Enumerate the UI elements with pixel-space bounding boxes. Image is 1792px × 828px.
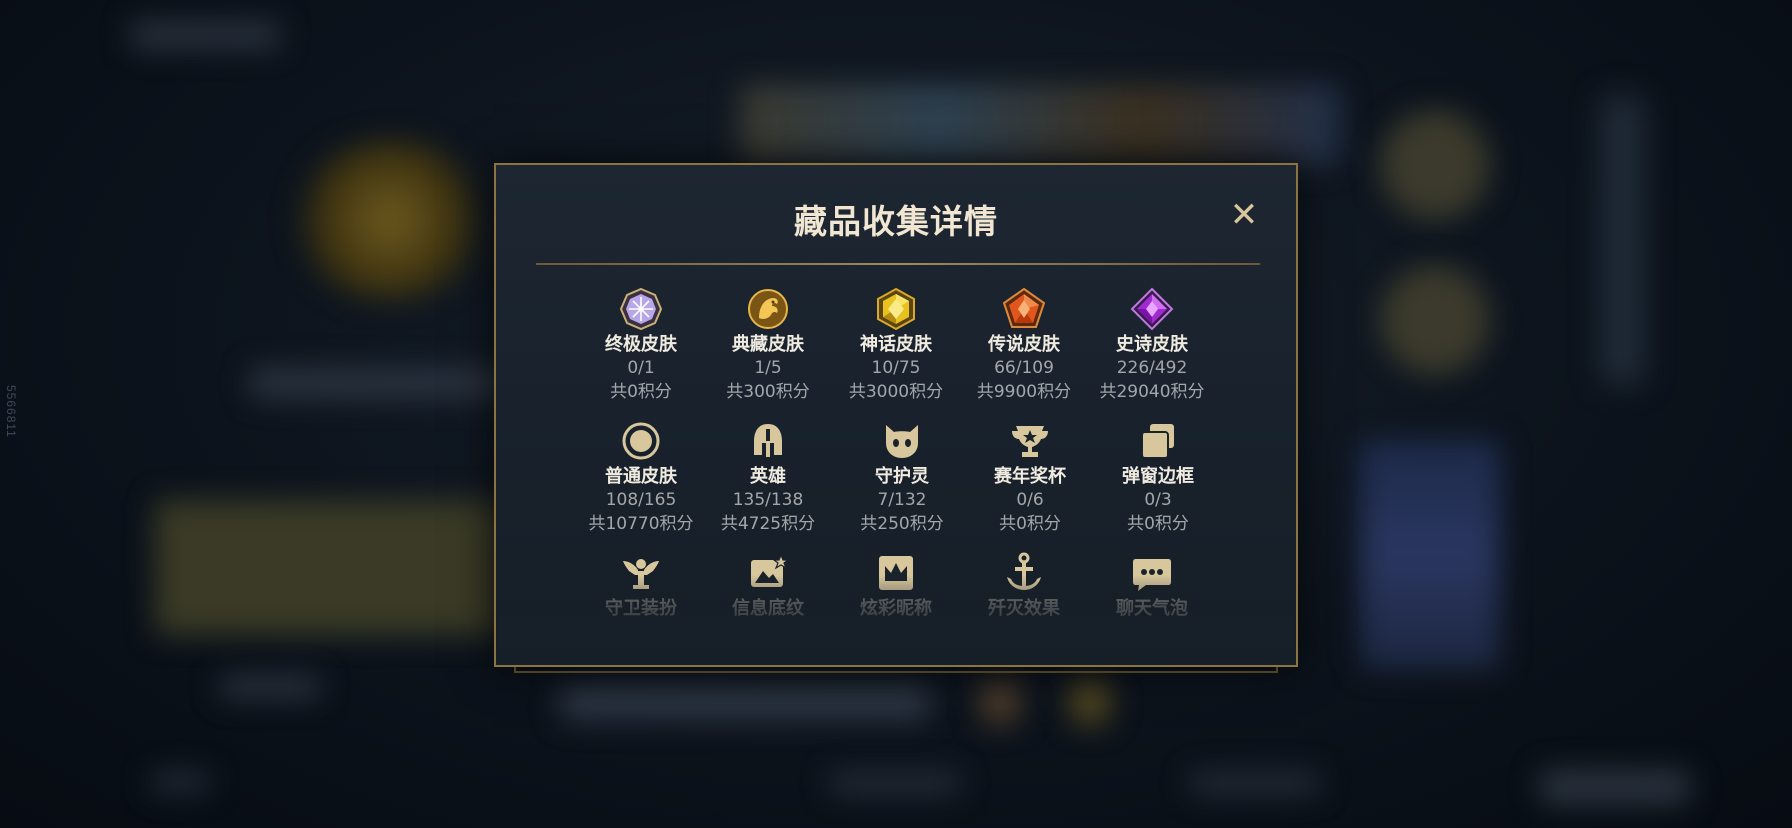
item-count: 0/1	[627, 358, 655, 378]
item-points: 共0积分	[610, 382, 672, 402]
little-legend-icon	[886, 425, 918, 458]
item-label: 神话皮肤	[860, 334, 932, 355]
item-label: 终极皮肤	[605, 334, 677, 355]
collection-item-colorful-nickname[interactable]: 炫彩昵称	[836, 551, 956, 620]
collection-details-dialog: 藏品收集详情 ✕ 终极皮肤 0/1 共0积分 典藏皮肤 1/5 共300积分 神…	[494, 163, 1298, 667]
close-button[interactable]: ✕	[1226, 197, 1262, 233]
item-label: 歼灭效果	[988, 598, 1060, 619]
item-count: 1/5	[754, 358, 782, 378]
bg-bottom-icon-2	[1070, 680, 1110, 724]
bg-bottom-mid-text	[830, 772, 960, 794]
item-label: 史诗皮肤	[1116, 334, 1188, 355]
item-label: 典藏皮肤	[732, 334, 804, 355]
champion-helmet-icon	[754, 424, 782, 457]
mythic-skin-icon	[877, 287, 915, 331]
trophy-icon	[1012, 426, 1048, 457]
close-icon: ✕	[1229, 195, 1259, 235]
title-divider	[536, 263, 1260, 265]
collection-item-ward-skin[interactable]: 守卫装扮	[581, 551, 701, 620]
collection-item-champion[interactable]: 英雄 135/138 共4725积分	[708, 419, 828, 536]
bg-top-thumbs	[740, 85, 1340, 165]
anchor-icon	[1007, 552, 1041, 590]
bg-bottom-mid-text-2	[1190, 772, 1320, 794]
collection-item-annihilation-effect[interactable]: 歼灭效果	[964, 551, 1084, 620]
dialog-title: 藏品收集详情	[794, 202, 998, 241]
collection-item-little-legend[interactable]: 守护灵 7/132 共250积分	[842, 419, 962, 536]
bg-top-left-text	[130, 22, 280, 48]
item-label: 守护灵	[875, 466, 929, 487]
collection-item-season-trophy[interactable]: 赛年奖杯 0/6 共0积分	[970, 419, 1090, 536]
bg-left-panel	[155, 500, 505, 635]
collection-item-prestige-skin[interactable]: 典藏皮肤 1/5 共300积分	[708, 287, 828, 404]
bg-bottom-left-text	[150, 772, 210, 792]
side-id-label: 5566811	[4, 385, 18, 438]
item-label: 普通皮肤	[605, 466, 677, 487]
item-count: 108/165	[605, 490, 677, 510]
standard-skin-icon	[622, 422, 660, 460]
item-label: 传说皮肤	[988, 334, 1060, 355]
popup-frame-icon	[1141, 424, 1174, 459]
modal-underline-decoration	[514, 667, 1278, 673]
bg-title-bar	[250, 368, 510, 398]
collection-item-epic-skin[interactable]: 史诗皮肤 226/492 共29040积分	[1092, 287, 1212, 404]
item-points: 共3000积分	[848, 382, 944, 402]
bg-right-column	[1600, 95, 1645, 385]
collection-item-mythic-skin[interactable]: 神话皮肤 10/75 共3000积分	[836, 287, 956, 404]
prestige-skin-icon	[748, 289, 788, 329]
bg-bottom-tab-1	[220, 676, 320, 698]
item-label: 炫彩昵称	[860, 598, 932, 619]
bg-bottom-right-button	[1540, 770, 1690, 804]
chat-bubble-icon	[1133, 559, 1171, 591]
bg-emblem	[290, 140, 490, 300]
collection-item-standard-skin[interactable]: 普通皮肤 108/165 共10770积分	[581, 419, 701, 536]
collection-item-popup-frame[interactable]: 弹窗边框 0/3 共0积分	[1098, 419, 1218, 536]
bg-bottom-bar	[560, 686, 930, 720]
collection-item-ultimate-skin[interactable]: 终极皮肤 0/1 共0积分	[581, 287, 701, 404]
item-points: 共4725积分	[720, 514, 816, 534]
item-points: 共300积分	[726, 382, 810, 402]
item-points: 共29040积分	[1099, 382, 1205, 402]
item-points: 共0积分	[999, 514, 1061, 534]
epic-skin-icon	[1130, 287, 1174, 331]
ultimate-skin-icon	[619, 287, 663, 331]
crown-nickname-icon	[879, 556, 913, 590]
bg-bottom-icon-1	[980, 680, 1020, 724]
ward-skin-icon	[623, 559, 659, 589]
item-label: 赛年奖杯	[994, 466, 1066, 487]
bg-right-card-2	[1380, 265, 1490, 375]
item-count: 10/75	[871, 358, 921, 378]
collection-item-legendary-skin[interactable]: 传说皮肤 66/109 共9900积分	[964, 287, 1084, 404]
item-label: 守卫装扮	[605, 598, 677, 619]
item-label: 聊天气泡	[1116, 598, 1188, 619]
banner-icon	[751, 553, 790, 587]
collection-item-banner[interactable]: 信息底纹	[708, 551, 828, 620]
item-count: 226/492	[1116, 358, 1188, 378]
bg-right-poster	[1360, 440, 1500, 670]
item-count: 66/109	[994, 358, 1054, 378]
item-points: 共9900积分	[976, 382, 1072, 402]
item-count: 0/3	[1144, 490, 1172, 510]
item-count: 7/132	[877, 490, 927, 510]
item-label: 弹窗边框	[1122, 466, 1194, 487]
item-count: 135/138	[732, 490, 804, 510]
bg-right-card-1	[1380, 110, 1490, 220]
item-points: 共0积分	[1127, 514, 1189, 534]
collection-item-chat-bubble[interactable]: 聊天气泡	[1092, 551, 1212, 620]
item-label: 信息底纹	[732, 598, 804, 619]
item-points: 共250积分	[860, 514, 944, 534]
item-points: 共10770积分	[588, 514, 694, 534]
item-label: 英雄	[750, 466, 786, 487]
item-count: 0/6	[1016, 490, 1044, 510]
legendary-skin-icon	[1002, 287, 1046, 328]
